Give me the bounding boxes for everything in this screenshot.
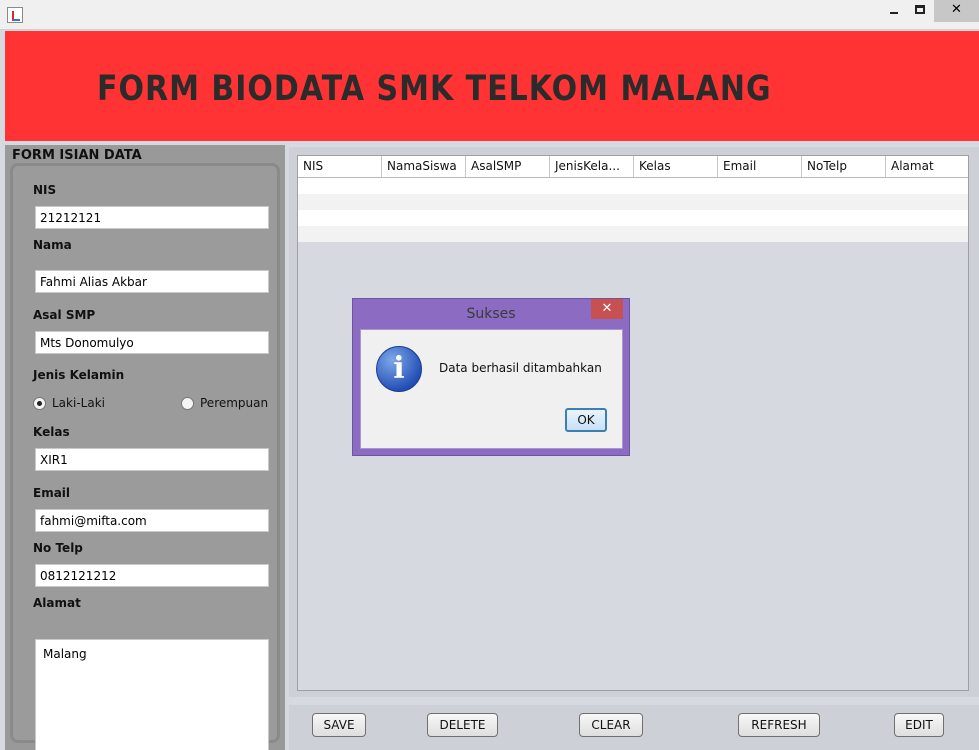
alamat-label: Alamat [33,596,81,610]
maximize-button[interactable] [906,0,934,22]
table-row[interactable] [298,194,968,210]
kelas-field[interactable] [35,448,269,471]
page-title: FORM BIODATA SMK TELKOM MALANG [97,69,772,110]
edit-button[interactable]: EDIT [894,713,944,737]
save-button[interactable]: SAVE [312,713,366,737]
asal-smp-label: Asal SMP [33,308,96,322]
dialog-close-button[interactable]: ✕ [591,299,623,319]
refresh-button[interactable]: REFRESH [738,713,820,737]
table-header: NIS NamaSiswa AsalSMP JenisKela... Kelas… [298,156,968,178]
radio-perempuan-label: Perempuan [200,396,269,410]
email-field[interactable] [35,509,269,532]
table-row[interactable] [298,226,968,242]
minimize-button[interactable] [880,0,908,22]
table-row[interactable] [298,178,968,194]
form-panel: FORM ISIAN DATA NIS Nama Asal SMP Jenis … [5,145,285,750]
column-header-kelas[interactable]: Kelas [634,156,718,177]
success-dialog: Sukses ✕ i Data berhasil ditambahkan OK [352,298,630,456]
dialog-message: Data berhasil ditambahkan [439,361,602,375]
close-icon: ✕ [951,2,962,17]
nis-label: NIS [33,183,57,197]
alamat-textarea[interactable]: Malang [35,639,269,750]
radio-laki-laki-label: Laki-Laki [52,396,105,410]
action-button-bar: SAVE DELETE CLEAR REFRESH EDIT [289,705,979,750]
column-header-email[interactable]: Email [718,156,802,177]
kelas-label: Kelas [33,425,70,439]
email-label: Email [33,486,71,500]
no-telp-field[interactable] [35,564,269,587]
no-telp-label: No Telp [33,541,83,555]
column-header-asalsmp[interactable]: AsalSMP [466,156,550,177]
clear-button[interactable]: CLEAR [579,713,643,737]
dialog-body: i Data berhasil ditambahkan OK [360,329,623,449]
radio-perempuan[interactable]: Perempuan [181,396,268,410]
column-header-nis[interactable]: NIS [298,156,382,177]
radio-laki-laki[interactable]: Laki-Laki [33,396,105,410]
close-button[interactable]: ✕ [934,0,979,22]
ok-button[interactable]: OK [565,408,607,432]
radio-selected-icon [33,396,46,410]
nama-field[interactable] [35,270,269,293]
delete-button[interactable]: DELETE [427,713,498,737]
maximize-icon [915,5,925,14]
minimize-icon [890,12,898,14]
nama-label: Nama [33,238,72,252]
column-header-notelp[interactable]: NoTelp [802,156,886,177]
radio-unselected-icon [181,396,194,410]
nis-field[interactable] [35,206,269,229]
dialog-title: Sukses [466,306,516,322]
java-app-icon [7,7,23,23]
column-header-jeniskelamin[interactable]: JenisKela... [550,156,634,177]
close-icon: ✕ [601,301,613,316]
jenis-kelamin-label: Jenis Kelamin [33,368,125,382]
form-fields-container: NIS Nama Asal SMP Jenis Kelamin Laki-Lak… [10,163,280,750]
column-header-namasiswa[interactable]: NamaSiswa [382,156,466,177]
header-banner: FORM BIODATA SMK TELKOM MALANG [5,31,979,141]
column-header-alamat[interactable]: Alamat [886,156,968,177]
asal-smp-field[interactable] [35,331,269,354]
table-row[interactable] [298,210,968,226]
window-titlebar: ✕ [0,0,979,30]
information-icon: i [376,346,422,392]
form-panel-title: FORM ISIAN DATA [12,148,142,163]
